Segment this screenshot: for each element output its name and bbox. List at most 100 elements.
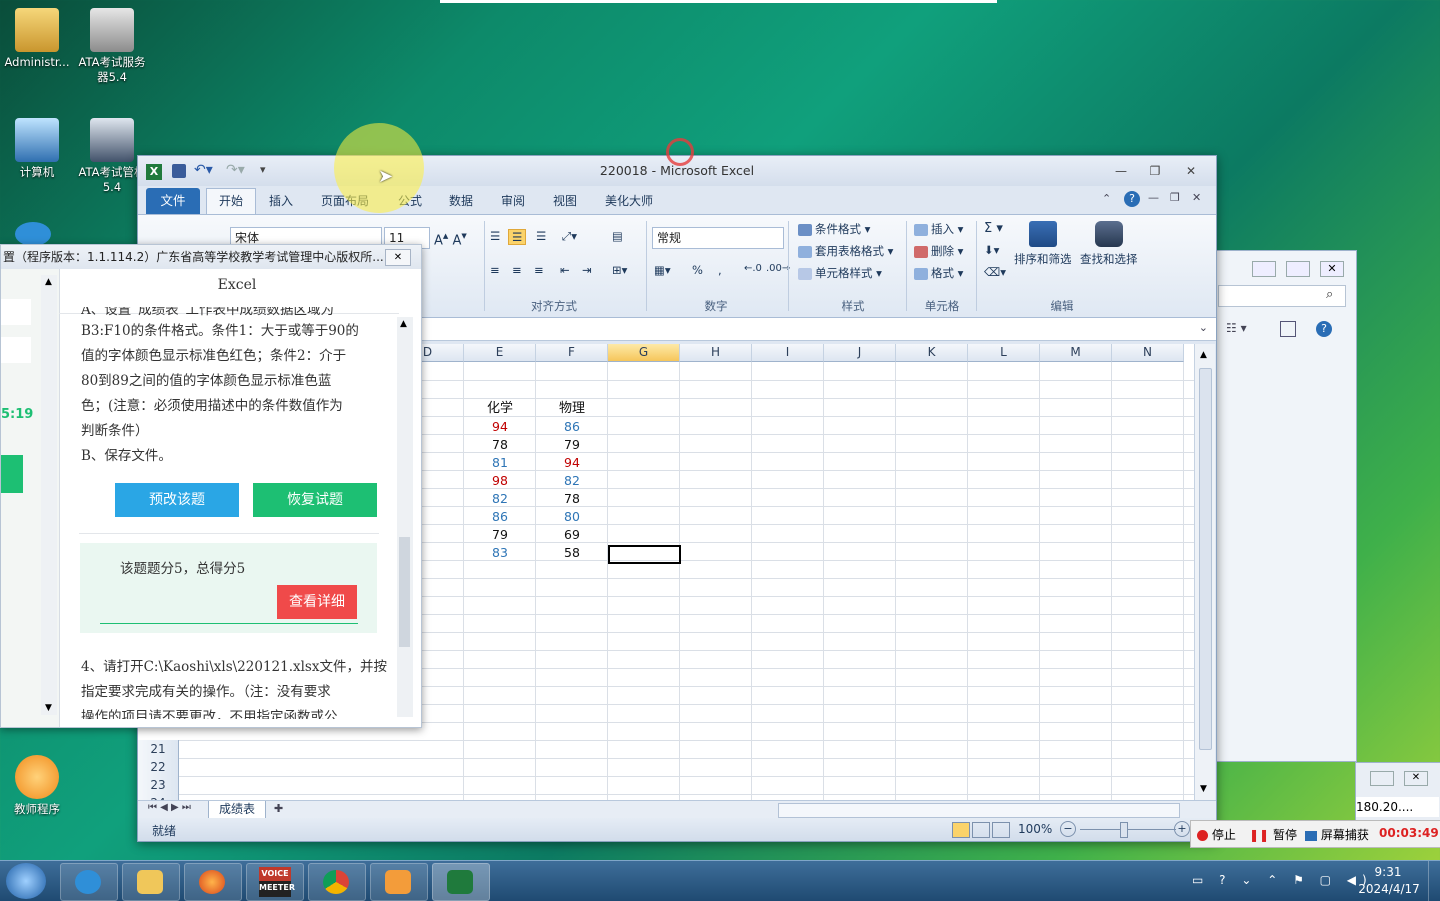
number-format-select[interactable]: 常规 — [652, 227, 784, 249]
data-cell[interactable]: 83 — [464, 544, 536, 562]
new-sheet-icon[interactable]: ✚ — [274, 802, 283, 815]
data-cell[interactable]: 78 — [464, 436, 536, 454]
format-cells-button[interactable]: 格式 ▾ — [914, 265, 963, 281]
scroll-down-icon[interactable]: ▼ — [45, 703, 52, 713]
column-header-k[interactable]: K — [896, 344, 968, 362]
find-select-button[interactable]: 查找和选择 — [1080, 221, 1138, 267]
conditional-format-button[interactable]: 条件格式 ▾ — [798, 221, 870, 237]
background-window-small[interactable]: ✕ 180.20.... — [1355, 762, 1440, 824]
view-options-icon[interactable]: ☷ ▾ — [1226, 321, 1247, 335]
page-layout-view-icon[interactable] — [972, 822, 990, 838]
data-cell[interactable]: 78 — [536, 490, 608, 508]
selected-cell[interactable] — [608, 545, 681, 564]
data-cell[interactable]: 69 — [536, 526, 608, 544]
tab-insert[interactable]: 插入 — [269, 192, 293, 209]
zoom-out-icon[interactable]: − — [1060, 821, 1076, 837]
wrap-text-icon[interactable]: ▤ — [612, 229, 623, 243]
sort-filter-button[interactable]: 排序和筛选 — [1014, 221, 1072, 267]
clock-date[interactable]: 2024/4/17 — [1354, 882, 1424, 896]
data-cell[interactable]: 94 — [464, 418, 536, 436]
desktop-icon-computer[interactable]: 计算机 — [2, 118, 72, 180]
header-cell-f[interactable]: 物理 — [536, 400, 608, 418]
align-bottom-icon[interactable]: ☰ — [536, 229, 546, 243]
column-header-f[interactable]: F — [536, 344, 608, 362]
scroll-up-icon[interactable]: ▲ — [45, 277, 52, 287]
clear-icon[interactable]: ⌫▾ — [984, 265, 1006, 279]
formula-expand-icon[interactable]: ⌄ — [1199, 321, 1208, 334]
column-header-n[interactable]: N — [1112, 344, 1184, 362]
column-header-j[interactable]: J — [824, 344, 896, 362]
scroll-down-icon[interactable]: ▼ — [1200, 784, 1207, 794]
align-center-icon[interactable]: ≡ — [512, 263, 522, 277]
accounting-format-icon[interactable]: ▦▾ — [654, 263, 671, 277]
autosum-icon[interactable]: Σ ▾ — [984, 221, 1003, 236]
data-cell[interactable]: 58 — [536, 544, 608, 562]
orientation-icon[interactable]: ⤢▾ — [562, 229, 577, 244]
column-header-l[interactable]: L — [968, 344, 1040, 362]
ie-desktop-icon[interactable] — [15, 222, 51, 246]
minimize-icon[interactable]: — — [1110, 164, 1132, 178]
search-icon[interactable]: ⌕ — [1326, 287, 1333, 302]
data-cell[interactable]: 82 — [536, 472, 608, 490]
sidebar-field[interactable] — [1, 337, 31, 363]
fill-icon[interactable]: ⬇▾ — [984, 243, 999, 257]
taskbar-chrome[interactable] — [308, 863, 366, 901]
decrease-indent-icon[interactable]: ⇤ — [560, 263, 570, 277]
column-header-h[interactable]: H — [680, 344, 752, 362]
ribbon-collapse-icon[interactable]: ⌃ — [1102, 192, 1111, 205]
data-cell[interactable]: 80 — [536, 508, 608, 526]
data-cell[interactable]: 98 — [464, 472, 536, 490]
sheet-tab[interactable]: 成绩表 — [208, 801, 266, 819]
taskbar-firefox[interactable] — [184, 863, 242, 901]
restore-icon[interactable]: ❐ — [1144, 164, 1166, 178]
delete-cells-button[interactable]: 删除 ▾ — [914, 243, 963, 259]
data-cell[interactable]: 82 — [464, 490, 536, 508]
comma-style-button[interactable]: , — [718, 263, 722, 277]
align-right-icon[interactable]: ≡ — [534, 263, 544, 277]
increase-decimal-icon[interactable]: ←.0 — [744, 263, 762, 274]
taskbar-voicemeeter[interactable]: VOICE MEETER — [246, 863, 304, 901]
row-header-21[interactable]: 21 — [138, 740, 179, 759]
desktop-icon-teacher[interactable]: 教师程序 — [2, 755, 72, 817]
close-icon[interactable]: ✕ — [1404, 771, 1428, 786]
vertical-scrollbar[interactable]: ▲ ▼ — [1194, 344, 1215, 800]
preview-question-button[interactable]: 预改该题 — [115, 483, 239, 517]
clock-time[interactable]: 9:31 — [1360, 865, 1416, 879]
help-icon[interactable]: ? — [1316, 321, 1332, 337]
top-search-bar[interactable] — [440, 0, 997, 3]
percent-style-button[interactable]: % — [692, 263, 703, 277]
exam-client-window[interactable]: 置（程序版本：1.1.114.2）广东省高等学校教学考试管理中心版权所... ✕… — [0, 244, 422, 728]
cell-styles-button[interactable]: 单元格样式 ▾ — [798, 265, 882, 281]
preview-pane-icon[interactable] — [1280, 321, 1296, 337]
decrease-decimal-icon[interactable]: .00→ — [766, 263, 790, 274]
sidebar-field[interactable] — [1, 299, 31, 325]
stop-button[interactable]: 停止 — [1197, 826, 1236, 843]
view-details-button[interactable]: 查看详细 — [277, 585, 357, 619]
column-header-e[interactable]: E — [464, 344, 536, 362]
maximize-icon[interactable] — [1286, 261, 1310, 277]
normal-view-icon[interactable] — [952, 822, 970, 838]
content-scrollbar[interactable]: ▲ — [397, 317, 413, 717]
capture-button[interactable]: 屏幕捕获 — [1305, 826, 1369, 843]
background-explorer-window[interactable]: ✕ ⌕ ☷ ▾ ? — [1215, 250, 1357, 762]
data-cell[interactable]: 86 — [536, 418, 608, 436]
tab-home[interactable]: 开始 — [206, 188, 256, 215]
pause-button[interactable]: ❚❚ 暂停 — [1249, 826, 1297, 843]
desktop-icon-ata-server[interactable]: ATA考试服务器5.4 — [77, 8, 147, 85]
doc-restore-icon[interactable]: ❐ — [1170, 191, 1180, 204]
scroll-up-icon[interactable]: ▲ — [400, 319, 407, 329]
tab-file[interactable]: 文件 — [146, 188, 200, 214]
column-header-g[interactable]: G — [608, 344, 680, 362]
page-break-view-icon[interactable] — [992, 822, 1010, 838]
taskbar-recorder[interactable] — [370, 863, 428, 901]
insert-cells-button[interactable]: 插入 ▾ — [914, 221, 963, 237]
scroll-thumb[interactable] — [399, 537, 410, 647]
grow-font-icon[interactable]: A▴ A▾ — [434, 229, 467, 248]
tab-beautify[interactable]: 美化大师 — [605, 192, 653, 209]
close-icon[interactable]: ✕ — [385, 249, 411, 266]
header-cell-e[interactable]: 化学 — [464, 400, 536, 418]
increase-indent-icon[interactable]: ⇥ — [582, 263, 592, 277]
taskbar-explorer[interactable] — [122, 863, 180, 901]
data-cell[interactable]: 94 — [536, 454, 608, 472]
maximize-icon[interactable] — [1370, 771, 1394, 786]
